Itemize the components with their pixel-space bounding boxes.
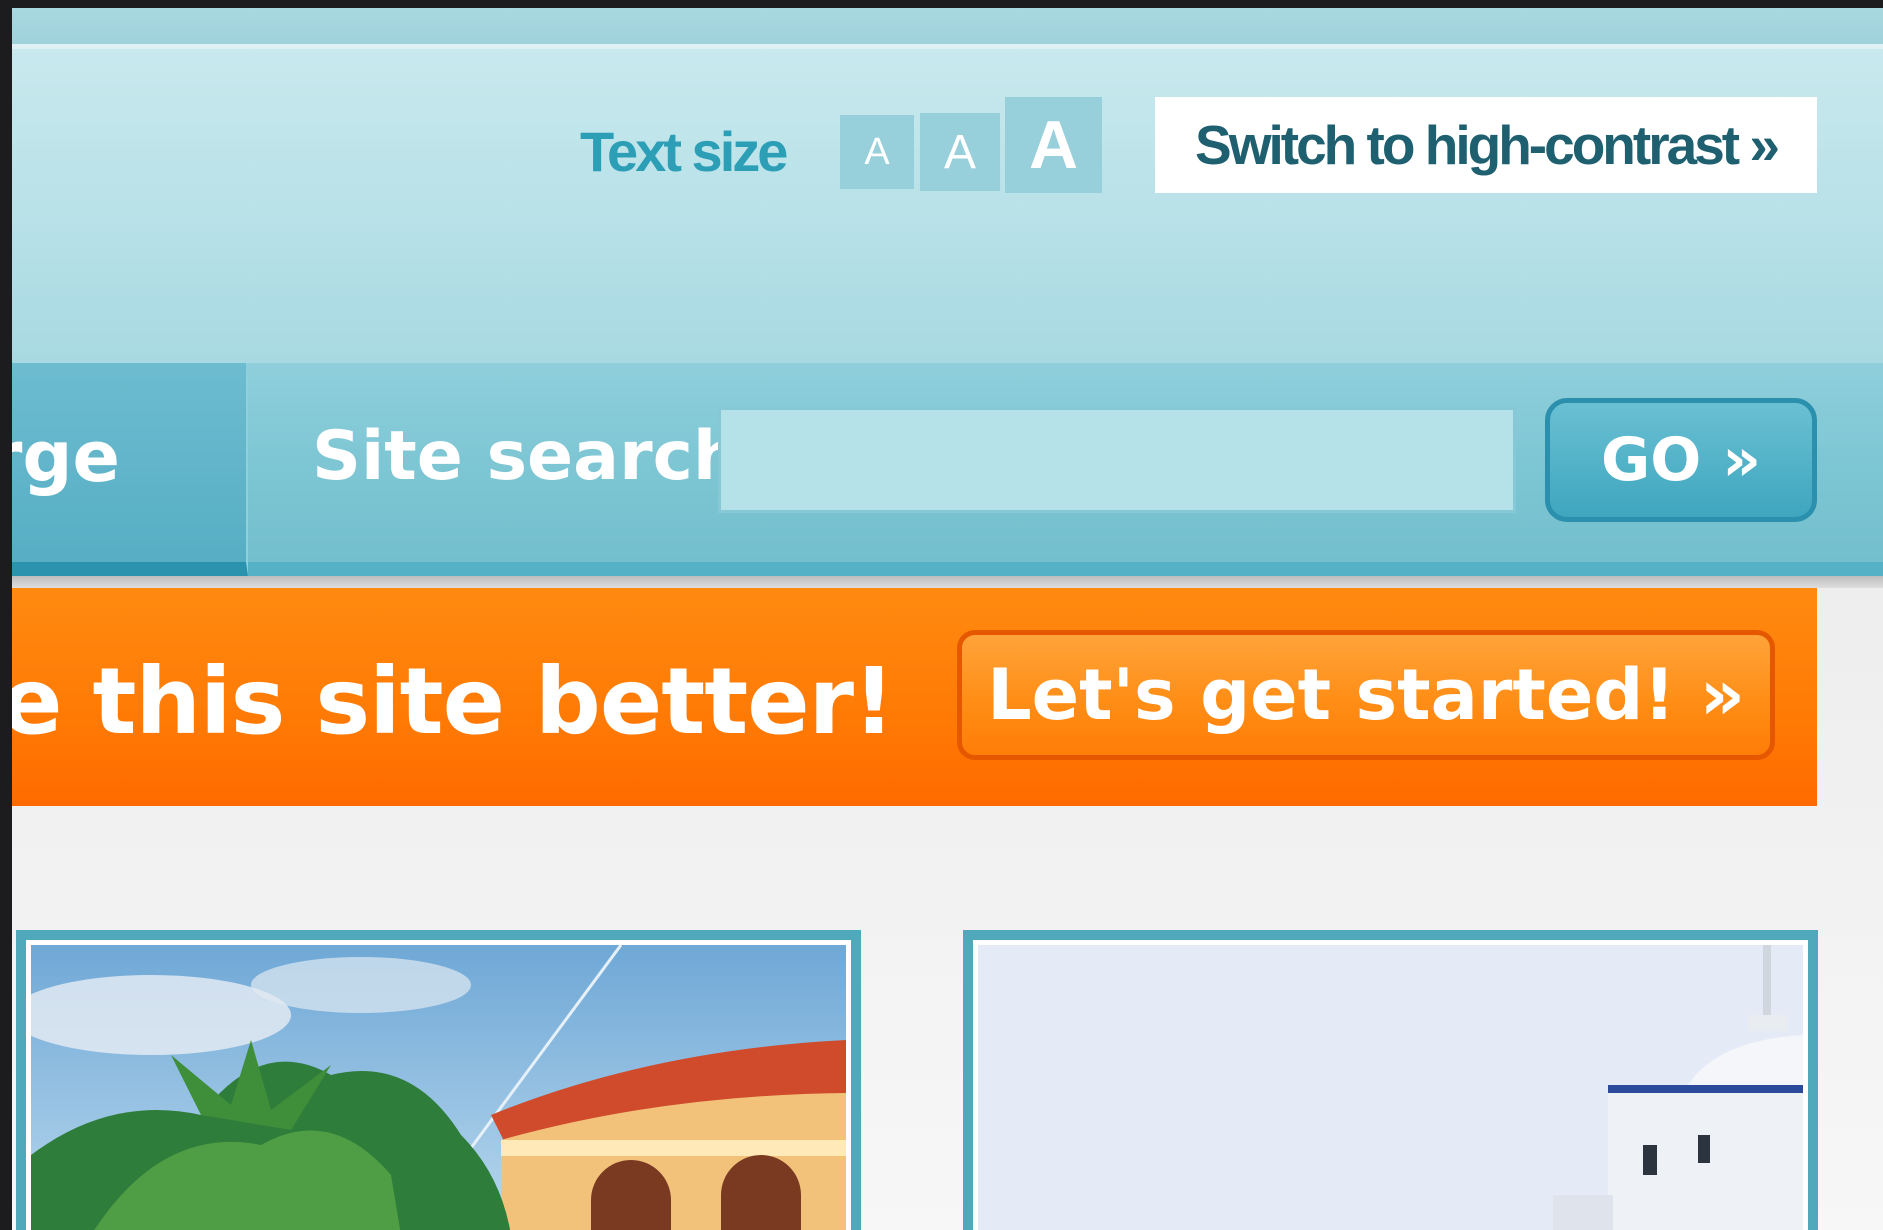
villa-photo: [26, 940, 851, 1230]
text-size-large-button[interactable]: A: [1005, 97, 1102, 193]
top-strip: [12, 8, 1883, 49]
get-started-button[interactable]: Let's get started! »: [957, 630, 1775, 760]
text-size-medium-button[interactable]: A: [920, 113, 1000, 191]
promo-banner: nake this site better! Let's get started…: [12, 588, 1817, 806]
photo-card-building[interactable]: [963, 930, 1818, 1230]
page: Text size A A A Switch to high-contrast …: [12, 8, 1883, 1230]
divider: [12, 576, 1883, 588]
high-contrast-button[interactable]: Switch to high-contrast »: [1155, 97, 1817, 193]
search-go-button[interactable]: GO »: [1545, 398, 1817, 522]
promo-text: nake this site better!: [12, 648, 895, 755]
nav-tab-partial[interactable]: rge: [12, 363, 248, 576]
site-search-input[interactable]: [718, 407, 1516, 513]
photo-card-villa[interactable]: [16, 930, 861, 1230]
text-size-small-button[interactable]: A: [840, 115, 914, 189]
nav-bar: rge Site search GO »: [12, 363, 1883, 576]
text-size-label: Text size: [580, 120, 788, 183]
site-search-label: Site search: [312, 417, 742, 496]
nav-tab-label: rge: [12, 416, 120, 498]
header: Text size A A A Switch to high-contrast …: [12, 49, 1883, 363]
building-photo: [973, 940, 1808, 1230]
